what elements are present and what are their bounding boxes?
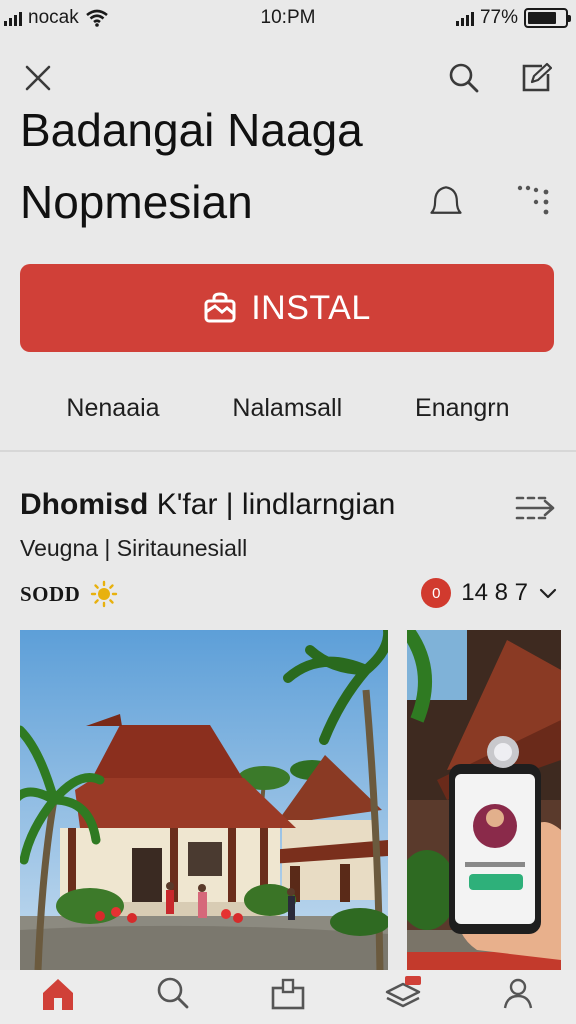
- arrow-lines-icon: [515, 496, 555, 520]
- edit-icon: [522, 62, 552, 92]
- count-row[interactable]: 0 14 8 7: [421, 576, 558, 610]
- battery-icon: [524, 8, 571, 28]
- battery-fill: [528, 12, 556, 24]
- install-label: INSTAL: [251, 288, 371, 327]
- screenshot-2[interactable]: [407, 630, 561, 972]
- chevron-down-icon: [539, 588, 557, 599]
- section-divider: [0, 450, 576, 452]
- bell-icon: [430, 186, 462, 214]
- app-title-line-1: Badangai Naaga: [20, 104, 363, 156]
- search-icon: [157, 977, 189, 1009]
- developer-name: Dhomisd K'far | lindlarngian: [20, 488, 395, 522]
- nav-profile[interactable]: [495, 976, 541, 1020]
- store-bag-icon: [204, 292, 236, 323]
- edit-button[interactable]: [516, 58, 556, 98]
- close-icon: [25, 65, 51, 91]
- tab-bar: Nenaaia Nalamsall Enangrn: [0, 386, 576, 434]
- rating-label: SODD: [20, 581, 81, 606]
- library-stack-icon: [385, 976, 422, 1008]
- phone-in-hand-image: [407, 630, 561, 972]
- nav-search[interactable]: [150, 976, 196, 1020]
- tab-2[interactable]: Nalamsall: [226, 386, 348, 434]
- rating-row: SODD: [20, 578, 118, 610]
- apps-box-icon: [271, 978, 305, 1010]
- bottom-nav: [0, 970, 576, 1024]
- notification-button[interactable]: [426, 180, 466, 220]
- developer-name-bold: Dhomisd: [20, 488, 149, 521]
- home-icon: [42, 979, 73, 1010]
- app-category: Veugna | Siritaunesiall: [20, 535, 248, 561]
- carrier-name: nocak: [28, 7, 79, 28]
- top-actions: [20, 58, 556, 98]
- cellular-icon: [455, 10, 474, 26]
- nav-apps[interactable]: [265, 976, 311, 1020]
- close-button[interactable]: [18, 58, 58, 98]
- status-bar: nocak 10:PM 77%: [0, 0, 576, 36]
- signal-icon: [4, 10, 22, 26]
- screenshot-1[interactable]: [20, 630, 388, 972]
- app-title: Badangai Naaga Nopmesian: [20, 102, 420, 246]
- traditional-house-image: [20, 630, 388, 972]
- developer-name-rest: K'far | lindlarngian: [156, 488, 396, 521]
- install-button[interactable]: INSTAL: [20, 264, 554, 352]
- dots-grid-icon: [517, 185, 549, 215]
- profile-icon: [504, 978, 533, 1009]
- title-actions: [416, 178, 556, 222]
- nav-home[interactable]: [35, 976, 81, 1020]
- tab-3[interactable]: Enangrn: [409, 386, 516, 434]
- battery-percent: 77%: [479, 7, 518, 28]
- search-button[interactable]: [444, 58, 484, 98]
- tab-1[interactable]: Nenaaia: [60, 386, 165, 434]
- sun-icon: [91, 580, 118, 608]
- wifi-icon: [85, 9, 108, 27]
- more-options-button[interactable]: [516, 182, 556, 222]
- count-badge: 0: [421, 578, 452, 608]
- status-right: 77%: [455, 7, 571, 29]
- share-button[interactable]: [514, 488, 558, 528]
- search-icon: [449, 63, 479, 93]
- app-title-line-2: Nopmesian: [20, 176, 253, 228]
- nav-library[interactable]: [380, 976, 426, 1020]
- status-left: nocak: [4, 7, 109, 29]
- count-value: 14 8 7: [461, 579, 528, 606]
